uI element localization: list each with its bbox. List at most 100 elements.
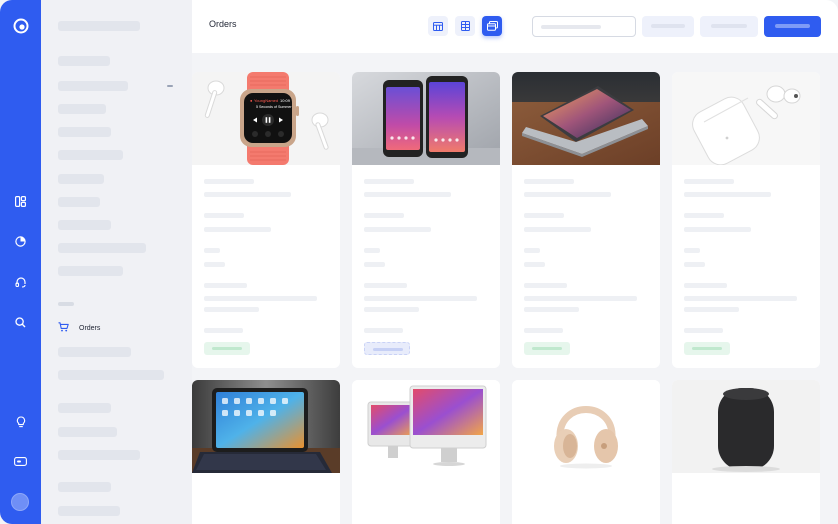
nav-placeholder[interactable]	[58, 243, 146, 253]
text-placeholder	[204, 227, 271, 232]
product-card[interactable]	[512, 72, 660, 368]
add-order-button[interactable]	[764, 16, 821, 37]
nav-placeholder[interactable]	[58, 104, 106, 114]
nav-placeholder[interactable]	[58, 347, 131, 357]
product-card[interactable]	[672, 380, 820, 524]
nav-placeholder[interactable]	[58, 370, 164, 380]
lightbulb-icon[interactable]	[11, 412, 30, 431]
avatar[interactable]	[11, 493, 29, 511]
text-placeholder	[204, 283, 247, 288]
button-label-placeholder	[775, 24, 810, 28]
product-card[interactable]	[352, 72, 500, 368]
brand-logo-icon[interactable]	[11, 16, 30, 35]
text-placeholder	[524, 283, 567, 288]
text-placeholder	[364, 296, 477, 301]
nav-placeholder[interactable]	[58, 174, 104, 184]
text-placeholder	[524, 192, 611, 197]
product-card[interactable]	[512, 380, 660, 524]
text-placeholder	[524, 307, 579, 312]
grid-view-icon	[460, 21, 470, 31]
toggle-icon[interactable]	[11, 452, 30, 471]
product-image	[192, 380, 340, 473]
product-card[interactable]	[672, 72, 820, 368]
nav-placeholder	[58, 482, 111, 492]
export-button[interactable]	[700, 16, 758, 37]
table-view-icon	[433, 21, 443, 31]
text-placeholder	[364, 248, 380, 253]
nav-placeholder[interactable]	[58, 197, 100, 207]
search-input[interactable]	[532, 16, 636, 37]
search-icon[interactable]	[11, 313, 30, 332]
text-placeholder	[364, 192, 451, 197]
status-badge	[524, 342, 570, 355]
nav-placeholder	[58, 56, 110, 66]
product-card[interactable]: ● YoungNamed 10:09 5 Seconds of Summer	[192, 72, 340, 368]
status-badge	[684, 342, 730, 355]
product-image	[352, 72, 500, 165]
card-view-button[interactable]	[482, 16, 502, 36]
text-placeholder	[524, 213, 564, 218]
watch-track: 5 Seconds of Summer	[256, 105, 292, 109]
watch-source-label: YoungNamed	[254, 98, 278, 103]
text-placeholder	[524, 328, 563, 333]
text-placeholder	[684, 227, 751, 232]
text-placeholder	[204, 307, 259, 312]
text-placeholder	[364, 283, 407, 288]
section-label-placeholder	[58, 302, 74, 306]
card-view-icon	[486, 21, 498, 31]
text-placeholder	[364, 328, 403, 333]
product-image: ● YoungNamed 10:09 5 Seconds of Summer	[192, 72, 340, 165]
top-bar: Orders	[192, 0, 838, 53]
text-placeholder	[684, 262, 705, 267]
nav-placeholder[interactable]	[58, 450, 140, 460]
table-view-button[interactable]	[428, 16, 448, 36]
watch-time: 10:09	[280, 98, 291, 103]
product-card[interactable]	[352, 380, 500, 524]
nav-placeholder[interactable]	[58, 506, 120, 516]
text-placeholder	[684, 213, 724, 218]
collapse-icon[interactable]	[167, 85, 173, 87]
text-placeholder	[524, 248, 540, 253]
app-window: Orders Orders ● YoungNamed 10:09 5 Secon…	[0, 0, 838, 524]
product-image	[672, 72, 820, 165]
text-placeholder	[524, 296, 637, 301]
dashboard-icon[interactable]	[11, 192, 30, 211]
support-icon[interactable]	[11, 273, 30, 292]
icon-rail	[0, 0, 41, 524]
text-placeholder	[364, 227, 431, 232]
analytics-icon[interactable]	[11, 232, 30, 251]
page-title: Orders	[209, 19, 237, 29]
product-card[interactable]	[192, 380, 340, 524]
nav-placeholder[interactable]	[58, 150, 123, 160]
text-placeholder	[684, 179, 734, 184]
filter-button[interactable]	[642, 16, 694, 37]
nav-placeholder[interactable]	[58, 81, 128, 91]
text-placeholder	[524, 179, 574, 184]
grid-view-button[interactable]	[455, 16, 475, 36]
nav-placeholder[interactable]	[58, 427, 117, 437]
text-placeholder	[364, 307, 419, 312]
text-placeholder	[684, 283, 727, 288]
product-image	[512, 72, 660, 165]
nav-placeholder[interactable]	[58, 127, 111, 137]
text-placeholder	[204, 248, 220, 253]
text-placeholder	[684, 192, 771, 197]
status-badge	[204, 342, 250, 355]
text-placeholder	[364, 213, 404, 218]
nav-placeholder	[58, 403, 111, 413]
text-placeholder	[684, 296, 797, 301]
button-label-placeholder	[711, 24, 747, 28]
text-placeholder	[364, 179, 414, 184]
text-placeholder	[204, 296, 317, 301]
button-label-placeholder	[651, 24, 685, 28]
product-image	[352, 380, 500, 473]
nav-placeholder[interactable]	[58, 266, 123, 276]
text-placeholder	[684, 328, 723, 333]
search-placeholder	[541, 25, 601, 29]
text-placeholder	[204, 328, 243, 333]
text-placeholder	[684, 307, 739, 312]
nav-placeholder[interactable]	[58, 220, 111, 230]
sidebar-item-orders[interactable]: Orders	[58, 320, 100, 336]
text-placeholder	[204, 262, 225, 267]
product-image	[672, 380, 820, 473]
